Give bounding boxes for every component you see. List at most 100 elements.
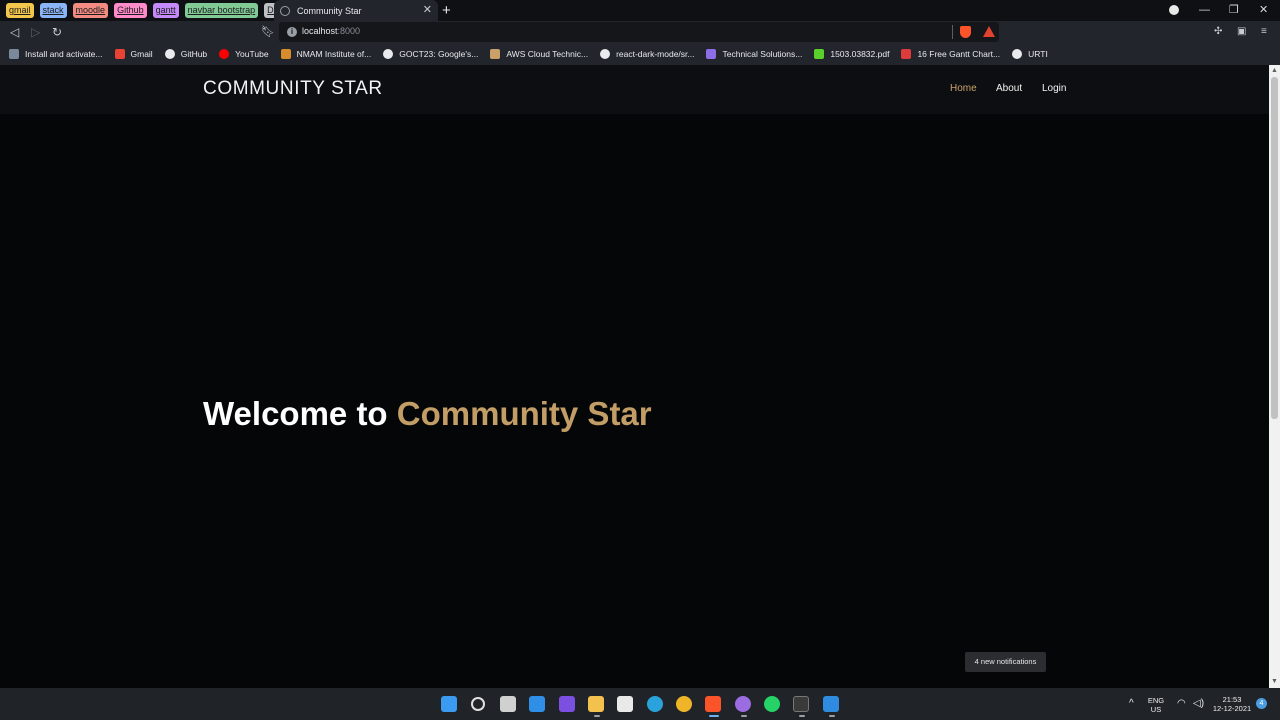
task-view-icon[interactable] xyxy=(500,696,516,712)
bookmark-label: 1503.03832.pdf xyxy=(830,49,890,59)
bookmarks-bar: Install and activate... Gmail GitHub You… xyxy=(0,43,1280,65)
scroll-down-icon[interactable]: ▼ xyxy=(1271,678,1278,686)
brave-rewards-icon[interactable] xyxy=(983,26,995,37)
page-scrollbar[interactable]: ▲ ▼ xyxy=(1269,65,1280,688)
bookmark-item[interactable]: Install and activate... xyxy=(9,49,103,59)
bookmark-item[interactable]: GitHub xyxy=(164,49,208,59)
hero-heading: Welcome to Community Star xyxy=(203,395,652,433)
bookmark-item[interactable]: react-dark-mode/sr... xyxy=(600,49,694,59)
document-icon xyxy=(706,49,717,59)
gmail-icon xyxy=(114,49,125,59)
bookmark-label: NMAM Institute of... xyxy=(296,49,372,59)
active-tab[interactable]: Community Star ✕ xyxy=(274,0,438,21)
tab-group-stack[interactable]: stack xyxy=(39,3,67,18)
bookmark-item[interactable]: GOCT23: Google's... xyxy=(383,49,478,59)
clock-date: 12-12-2021 xyxy=(1212,704,1252,713)
url-port: :8000 xyxy=(337,26,361,36)
widgets-icon[interactable] xyxy=(529,696,545,712)
bookmark-icon[interactable]: 🔖︎ xyxy=(261,24,275,40)
github-desktop-icon[interactable] xyxy=(735,696,751,712)
bookmark-favicon-icon xyxy=(9,49,19,59)
scroll-thumb[interactable] xyxy=(1271,77,1278,419)
profile-avatar-icon[interactable] xyxy=(1169,5,1179,15)
extensions-puzzle-icon[interactable]: ✣ xyxy=(1214,25,1222,39)
clock[interactable]: 21:53 12-12-2021 xyxy=(1211,695,1253,713)
running-indicator xyxy=(829,715,835,717)
clock-time: 21:53 xyxy=(1222,695,1242,704)
whatsapp-icon[interactable] xyxy=(764,696,780,712)
wifi-icon[interactable]: ◠ xyxy=(1177,698,1186,710)
new-tab-button[interactable]: + xyxy=(442,2,451,19)
bookmark-label: AWS Cloud Technic... xyxy=(506,49,589,59)
bookmark-item[interactable]: Gmail xyxy=(114,49,153,59)
bookmark-label: react-dark-mode/sr... xyxy=(616,49,695,59)
start-icon[interactable] xyxy=(441,696,457,712)
reload-icon[interactable]: ↻ xyxy=(52,24,62,40)
address-bar[interactable]: i localhost:8000 xyxy=(279,22,999,42)
running-indicator xyxy=(709,715,719,717)
brave-shield-icon[interactable] xyxy=(960,26,971,38)
file-explorer-icon[interactable] xyxy=(588,696,604,712)
minimize-button[interactable]: — xyxy=(1199,2,1210,18)
bookmark-item[interactable]: YouTube xyxy=(219,49,269,59)
bookmark-item[interactable]: NMAM Institute of... xyxy=(280,49,372,59)
tab-group-gantt[interactable]: gantt xyxy=(152,3,179,18)
bookmark-item[interactable]: Technical Solutions... xyxy=(706,49,802,59)
store-icon[interactable] xyxy=(617,696,633,712)
page-viewport: COMMUNITY STAR Home About Login Welcome … xyxy=(0,65,1269,688)
running-indicator xyxy=(799,715,805,717)
site-navbar: COMMUNITY STAR Home About Login xyxy=(0,65,1269,114)
tab-group-moodle[interactable]: moodle xyxy=(72,3,109,18)
bookmark-item[interactable]: 1503.03832.pdf xyxy=(814,49,889,59)
back-arrow-icon[interactable]: ◁ xyxy=(10,24,19,40)
vscode-icon[interactable] xyxy=(823,696,839,712)
restore-button[interactable]: ❐ xyxy=(1229,2,1239,18)
nav-link-login[interactable]: Login xyxy=(1042,83,1066,94)
nav-link-home[interactable]: Home xyxy=(950,83,977,94)
running-indicator xyxy=(594,715,600,717)
forward-arrow-icon[interactable]: ▷ xyxy=(31,24,40,40)
language-indicator[interactable]: ENG US xyxy=(1146,696,1166,714)
window-close-button[interactable]: ✕ xyxy=(1259,2,1268,18)
nav-link-about[interactable]: About xyxy=(996,83,1022,94)
bookmark-label: GitHub xyxy=(180,49,208,59)
notification-toast[interactable]: 4 new notifications xyxy=(965,652,1046,672)
tab-group-github[interactable]: Github xyxy=(114,3,147,18)
notification-count-badge[interactable]: 4 xyxy=(1256,698,1267,709)
brave-icon[interactable] xyxy=(705,696,721,712)
bookmark-label: Install and activate... xyxy=(25,49,103,59)
hero-highlight: Community Star xyxy=(396,395,652,432)
tray-overflow-chevron-icon[interactable]: ^ xyxy=(1129,698,1134,710)
search-icon[interactable] xyxy=(471,697,485,711)
menu-icon[interactable]: ≡ xyxy=(1261,25,1267,39)
tab-close-icon[interactable]: ✕ xyxy=(423,5,432,16)
language-code: ENG xyxy=(1147,696,1165,705)
bookmark-item[interactable]: URTI xyxy=(1012,49,1048,59)
google-icon xyxy=(383,49,394,59)
bookmark-item[interactable]: AWS Cloud Technic... xyxy=(490,49,588,59)
site-info-icon[interactable]: i xyxy=(287,27,297,37)
aws-icon xyxy=(490,49,501,59)
omnibox-divider xyxy=(952,25,953,39)
site-brand[interactable]: COMMUNITY STAR xyxy=(203,78,383,100)
edge-icon[interactable] xyxy=(647,696,663,712)
url-host: localhost xyxy=(302,26,338,36)
bookmark-label: 16 Free Gantt Chart... xyxy=(917,49,1001,59)
amazon-music-icon[interactable] xyxy=(559,696,575,712)
github-icon xyxy=(600,49,611,59)
bookmark-label: YouTube xyxy=(235,49,269,59)
bookmark-label: Technical Solutions... xyxy=(722,49,803,59)
pdf-icon xyxy=(814,49,825,59)
chrome-icon[interactable] xyxy=(676,696,692,712)
tab-group-navbar-bootstrap[interactable]: navbar bootstrap xyxy=(184,3,259,18)
bookmark-item[interactable]: 16 Free Gantt Chart... xyxy=(901,49,1000,59)
hero-prefix: Welcome to xyxy=(203,395,397,432)
youtube-icon xyxy=(219,49,230,59)
wallet-icon[interactable]: ▣ xyxy=(1237,25,1246,39)
bookmark-label: GOCT23: Google's... xyxy=(399,49,479,59)
windows-taskbar: ^ ENG US ◠ ◁) 21:53 12-12-2021 xyxy=(0,688,1280,720)
tab-group-gmail[interactable]: gmail xyxy=(6,3,34,18)
volume-icon[interactable]: ◁) xyxy=(1193,698,1204,710)
terminal-icon[interactable] xyxy=(793,696,809,712)
scroll-up-icon[interactable]: ▲ xyxy=(1271,67,1278,75)
